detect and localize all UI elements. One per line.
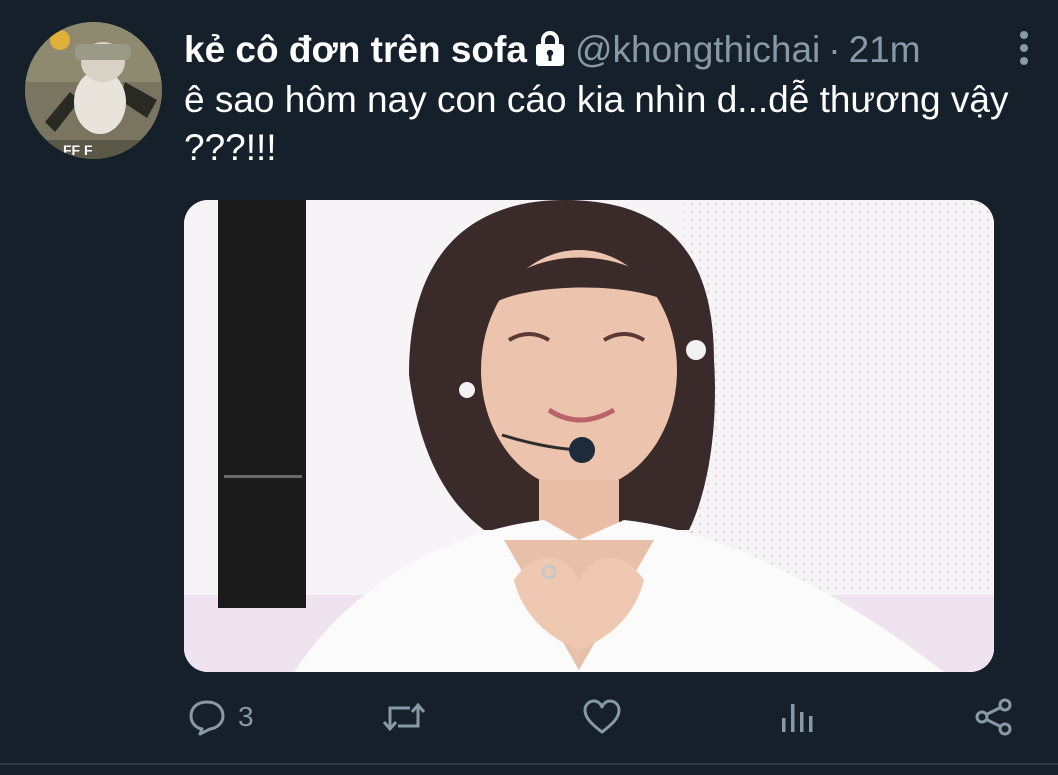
retweet-button[interactable] [382, 690, 426, 744]
retweet-icon [382, 698, 426, 736]
avatar[interactable]: FF F [25, 22, 162, 159]
tweet-text: ê sao hôm nay con cáo kia nhìn d...dễ th… [184, 79, 1009, 168]
separator-dot: · [828, 29, 841, 70]
tweet-actions: 3 [184, 690, 1024, 744]
analytics-button[interactable] [779, 690, 815, 744]
lock-icon [535, 29, 565, 67]
display-name[interactable]: kẻ cô đơn trên sofa [184, 24, 527, 76]
tweet-header: kẻ cô đơn trên sofa @khongthichai · 21m [184, 24, 998, 76]
heart-icon [582, 698, 622, 736]
reply-icon [188, 698, 226, 736]
more-vertical-icon[interactable] [1018, 30, 1030, 70]
avatar-image: FF F [25, 22, 162, 159]
svg-text:FF F: FF F [63, 142, 93, 158]
analytics-icon [779, 698, 815, 736]
reply-count: 3 [238, 701, 254, 732]
like-button[interactable] [582, 690, 622, 744]
share-button[interactable] [974, 690, 1014, 744]
tweet-divider [0, 763, 1058, 765]
user-handle[interactable]: @khongthichai [575, 24, 820, 76]
share-icon [974, 697, 1014, 737]
tweet-time[interactable]: 21m [849, 24, 921, 76]
reply-button[interactable]: 3 [188, 690, 254, 744]
tweet-media-photo[interactable] [184, 200, 994, 672]
